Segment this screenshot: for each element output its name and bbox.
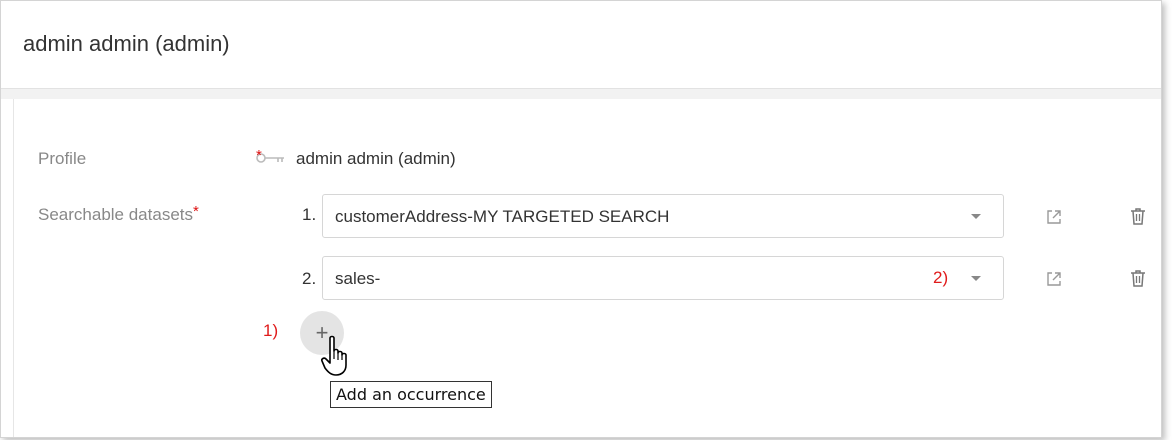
dataset-select-1[interactable]: customerAddress-MY TARGETED SEARCH [322, 194, 1004, 238]
add-occurrence-tooltip: Add an occurrence [330, 381, 492, 408]
caret-down-icon[interactable] [971, 214, 981, 219]
trash-icon[interactable] [1128, 206, 1148, 226]
external-link-icon[interactable] [1044, 207, 1064, 227]
datasets-label: Searchable datasets* [38, 203, 199, 224]
dataset-index-2: 2. [302, 269, 317, 288]
header-divider [1, 89, 1161, 99]
caret-down-icon[interactable] [971, 276, 981, 281]
profile-required-mark: * [256, 147, 262, 164]
dataset-select-1-value: customerAddress-MY TARGETED SEARCH [335, 207, 670, 226]
datasets-required-mark: * [193, 203, 199, 220]
annotation-1: 1) [263, 321, 279, 340]
external-link-icon[interactable] [1044, 269, 1064, 289]
page-title: admin admin (admin) [23, 31, 230, 56]
record-window: admin admin (admin) Profile * admin admi… [0, 0, 1162, 438]
form-panel: Profile * admin admin (admin) Searchable… [13, 99, 1161, 437]
profile-label: Profile [38, 149, 87, 168]
dataset-select-2-value: sales- [335, 269, 381, 288]
profile-value: admin admin (admin) [296, 149, 456, 168]
dataset-index-1: 1. [302, 205, 317, 224]
hand-pointer-cursor-icon [321, 335, 347, 376]
record-header: admin admin (admin) [1, 1, 1161, 89]
dataset-select-2[interactable]: sales- 2) [322, 256, 1004, 300]
trash-icon[interactable] [1128, 268, 1148, 288]
annotation-2: 2) [933, 268, 949, 287]
